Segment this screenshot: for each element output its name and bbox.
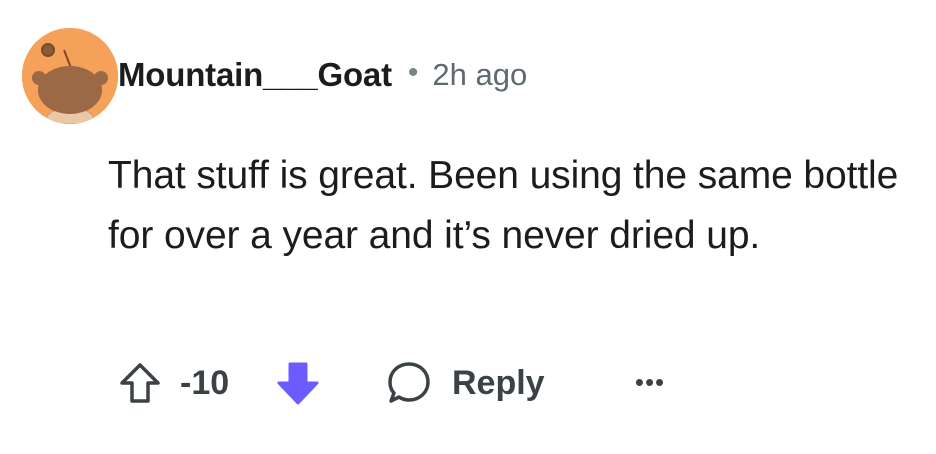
comment-actions: -10 Reply •••: [118, 356, 678, 410]
more-options-button[interactable]: •••: [630, 362, 670, 402]
speech-bubble-icon: [388, 362, 430, 403]
avatar[interactable]: [22, 28, 118, 124]
upvote-button[interactable]: [118, 361, 162, 405]
downvote-button[interactable]: [276, 360, 320, 406]
ellipsis-icon: •••: [634, 366, 666, 397]
reply-button[interactable]: Reply: [386, 356, 545, 410]
upvote-arrow-icon: [120, 363, 160, 403]
reply-label: Reply: [452, 363, 545, 402]
comment-header: Mountain___Goat • 2h ago: [118, 50, 527, 100]
downvote-arrow-icon: [277, 362, 319, 405]
reply-icon-wrap: [386, 360, 432, 406]
snoo-avatar-icon: [22, 28, 118, 124]
username[interactable]: Mountain___Goat: [118, 56, 392, 94]
comment-body: That stuff is great. Been using the same…: [108, 154, 899, 257]
separator-dot: •: [407, 56, 419, 89]
vote-score: -10: [180, 364, 230, 402]
timestamp[interactable]: 2h ago: [432, 57, 527, 93]
